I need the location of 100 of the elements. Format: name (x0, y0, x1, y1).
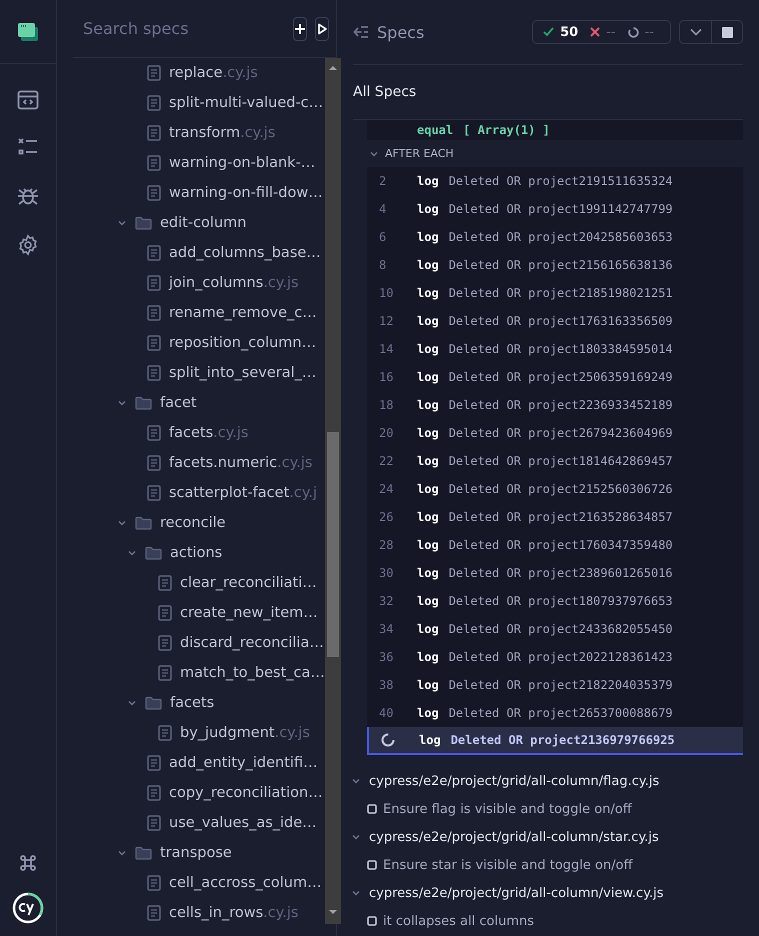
command-message: Deleted OR project2136979766925 (450, 733, 675, 747)
command-message: Deleted OR project1803384595014 (448, 342, 673, 356)
command-row[interactable]: 6 log Deleted OR project2042585603653 (367, 223, 743, 251)
spec-path-row[interactable]: cypress/e2e/project/grid/all-column/star.cy.js (351, 823, 743, 851)
folder-icon (145, 546, 162, 560)
scrollbar[interactable] (324, 58, 341, 924)
spec-file-item[interactable]: facets.cy.js (73, 418, 325, 448)
command-row[interactable]: 2 log Deleted OR project2191511635324 (367, 167, 743, 195)
spec-file-item[interactable]: copy_reconciliation… (73, 778, 325, 808)
command-row[interactable]: 18 log Deleted OR project2236933452189 (367, 391, 743, 419)
test-row[interactable]: Ensure star is visible and toggle on/off (353, 851, 743, 879)
add-button[interactable] (293, 16, 307, 40)
command-row[interactable]: 26 log Deleted OR project2163528634857 (367, 503, 743, 531)
spec-file-item[interactable]: join_columns.cy.js (73, 268, 325, 298)
app-logo-icon[interactable] (17, 22, 39, 42)
command-message: Deleted OR project2433682055450 (448, 622, 673, 636)
command-message: Deleted OR project2191511635324 (448, 174, 673, 188)
command-message: Deleted OR project2152560306726 (448, 482, 673, 496)
command-message: Deleted OR project2506359169249 (448, 370, 673, 384)
spec-file-item[interactable]: cell_accross_colum… (73, 868, 325, 898)
folder-item[interactable]: facets (73, 688, 325, 718)
command-row[interactable]: 34 log Deleted OR project2433682055450 (367, 615, 743, 643)
spec-path-row[interactable]: cypress/e2e/project/grid/all-column/flag.cy.js (351, 767, 743, 795)
command-row[interactable]: 28 log Deleted OR project1760347359480 (367, 531, 743, 559)
row-number: 36 (379, 650, 394, 664)
spec-file-item[interactable]: replace.cy.js (73, 58, 325, 88)
command-name: log (419, 733, 441, 747)
test-list-icon[interactable] (18, 138, 38, 156)
test-row[interactable]: Ensure flag is visible and toggle on/off (353, 795, 743, 823)
spec-file-item[interactable]: rename_remove_c… (73, 298, 325, 328)
command-row[interactable]: 4 log Deleted OR project1991142747799 (367, 195, 743, 223)
spec-file-item[interactable]: add_entity_identifi… (73, 748, 325, 778)
row-number: 20 (379, 426, 394, 440)
command-name: log (417, 202, 439, 216)
command-name: log (417, 286, 439, 300)
spec-file-item[interactable]: discard_reconcilia… (73, 628, 325, 658)
folder-item[interactable]: reconcile (73, 508, 325, 538)
command-row[interactable]: 38 log Deleted OR project2182204035379 (367, 671, 743, 699)
spec-file-item[interactable]: cells_in_rows.cy.js (73, 898, 325, 928)
spec-file-item[interactable]: match_to_best_ca… (73, 658, 325, 688)
spec-file-item[interactable]: reposition_column… (73, 328, 325, 358)
folder-item[interactable]: transpose (73, 838, 325, 868)
panel-title: Specs (377, 22, 426, 42)
run-button[interactable] (315, 16, 329, 40)
pending-icon (628, 26, 639, 38)
command-name: log (417, 342, 439, 356)
spec-file-item[interactable]: clear_reconciliati… (73, 568, 325, 598)
command-row[interactable]: 10 log Deleted OR project2185198021251 (367, 279, 743, 307)
command-row[interactable]: 30 log Deleted OR project2389601265016 (367, 559, 743, 587)
spec-file-item[interactable]: use_values_as_ide… (73, 808, 325, 838)
spec-file-item[interactable]: transform.cy.js (73, 118, 325, 148)
spec-file-item[interactable]: warning-on-blank-… (73, 148, 325, 178)
chevron-icon (351, 776, 361, 786)
command-row[interactable]: 14 log Deleted OR project1803384595014 (367, 335, 743, 363)
command-name: equal (417, 123, 454, 137)
test-row[interactable]: it collapses all columns (353, 907, 743, 935)
folder-item[interactable]: facet (73, 388, 325, 418)
command-row[interactable]: 40 log Deleted OR project2653700088679 (367, 699, 743, 727)
spec-file-item[interactable]: split-multi-valued-c… (73, 88, 325, 118)
command-row[interactable]: 12 log Deleted OR project1763163356509 (367, 307, 743, 335)
command-row[interactable]: log Deleted OR project2136979766925 (367, 727, 743, 755)
spec-file-item[interactable]: add_columns_base… (73, 238, 325, 268)
command-row[interactable]: 8 log Deleted OR project2156165638136 (367, 251, 743, 279)
command-name: log (417, 594, 439, 608)
command-key-icon[interactable] (19, 854, 37, 872)
spec-file-item[interactable]: warning-on-fill-dow… (73, 178, 325, 208)
command-message: [ Array(1) ] (463, 123, 550, 137)
command-row[interactable]: 24 log Deleted OR project2152560306726 (367, 475, 743, 503)
command-row[interactable]: 36 log Deleted OR project2022128361423 (367, 643, 743, 671)
spec-file-item[interactable]: scatterplot-facet.cy.j (73, 478, 325, 508)
row-number: 40 (379, 706, 394, 720)
collapse-icon[interactable] (353, 25, 369, 39)
browser-code-icon[interactable] (17, 90, 39, 110)
file-icon (147, 125, 161, 141)
row-number: 34 (379, 622, 394, 636)
spec-file-item[interactable]: facets.numeric.cy.js (73, 448, 325, 478)
row-number: 30 (379, 566, 394, 580)
command-name: log (417, 650, 439, 664)
command-row[interactable]: 32 log Deleted OR project1807937976653 (367, 587, 743, 615)
spec-file-item[interactable]: split_into_several_… (73, 358, 325, 388)
passed-count: 50 (560, 24, 578, 40)
file-icon (147, 155, 161, 171)
failed-count: -- (606, 24, 616, 40)
test-status-icon (367, 860, 377, 870)
command-row[interactable]: 16 log Deleted OR project2506359169249 (367, 363, 743, 391)
folder-item[interactable]: edit-column (73, 208, 325, 238)
command-name: log (417, 622, 439, 636)
folder-item[interactable]: actions (73, 538, 325, 568)
cypress-logo-icon[interactable] (12, 892, 44, 924)
command-row[interactable]: 20 log Deleted OR project2679423604969 (367, 419, 743, 447)
command-row[interactable]: 22 log Deleted OR project1814642869457 (367, 447, 743, 475)
command-name: log (417, 258, 439, 272)
search-field[interactable]: Search specs (81, 18, 285, 39)
hook-header[interactable]: AFTER EACH (367, 140, 743, 167)
spec-file-item[interactable]: create_new_item… (73, 598, 325, 628)
spec-path-row[interactable]: cypress/e2e/project/grid/all-column/view.cy.js (351, 879, 743, 907)
command-message: Deleted OR project2022128361423 (448, 650, 673, 664)
spec-file-item[interactable]: by_judgment.cy.js (73, 718, 325, 748)
settings-icon[interactable] (17, 234, 39, 256)
row-number: 18 (379, 398, 394, 412)
